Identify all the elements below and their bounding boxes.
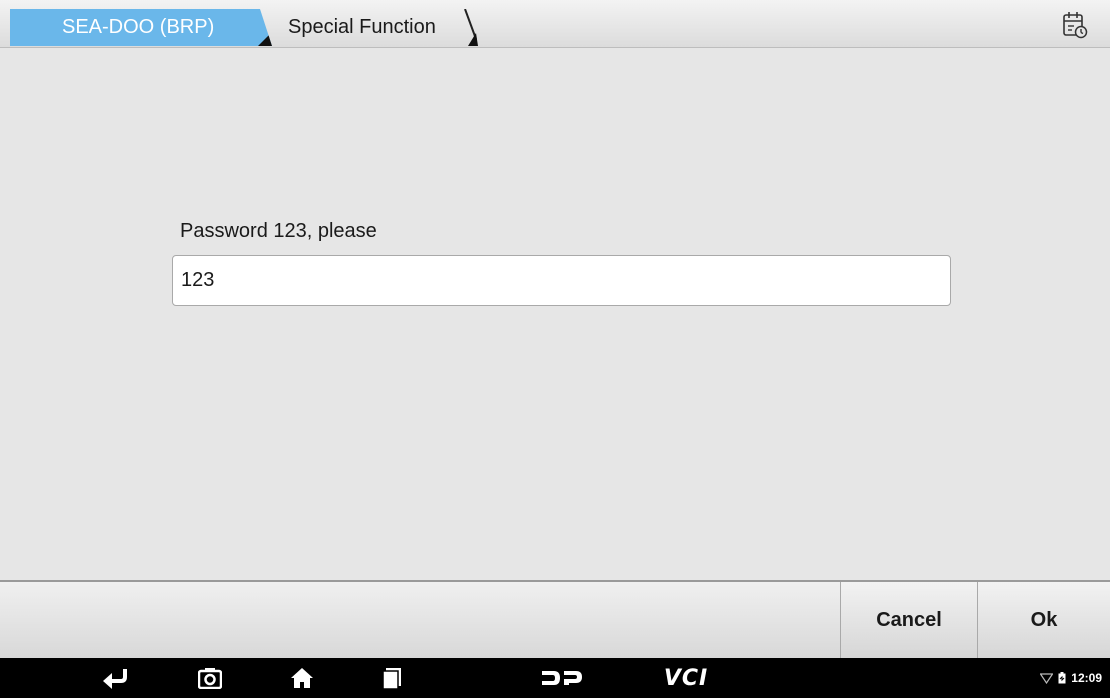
recents-icon[interactable] bbox=[372, 658, 412, 698]
system-nav-bar: VCI 12:09 bbox=[0, 658, 1110, 698]
main-content: Password 123, please bbox=[0, 48, 1110, 580]
dp-icon[interactable] bbox=[534, 658, 590, 698]
status-time: 12:09 bbox=[1071, 671, 1102, 685]
breadcrumb-separator-icon bbox=[464, 9, 478, 46]
password-prompt-label: Password 123, please bbox=[180, 220, 377, 242]
breadcrumb-label: SEA-DOO (BRP) bbox=[62, 16, 215, 38]
report-calendar-icon[interactable] bbox=[1062, 11, 1088, 39]
cancel-button[interactable]: Cancel bbox=[840, 582, 977, 658]
wifi-icon bbox=[1040, 672, 1054, 684]
breadcrumb-bar: SEA-DOO (BRP) Special Function bbox=[0, 0, 1110, 48]
screenshot-icon[interactable] bbox=[190, 658, 230, 698]
breadcrumb-item-sea-doo[interactable]: SEA-DOO (BRP) bbox=[10, 9, 272, 46]
breadcrumb-item-special-function[interactable]: Special Function bbox=[276, 9, 496, 46]
vci-icon[interactable]: VCI bbox=[656, 658, 716, 698]
action-bar: Cancel Ok bbox=[0, 580, 1110, 658]
breadcrumb-label: Special Function bbox=[288, 16, 436, 38]
breadcrumb-separator-icon bbox=[258, 32, 272, 46]
ok-button[interactable]: Ok bbox=[977, 582, 1110, 658]
back-icon[interactable] bbox=[92, 658, 136, 698]
home-icon[interactable] bbox=[282, 658, 322, 698]
status-area: 12:09 bbox=[1040, 658, 1102, 698]
password-input[interactable] bbox=[172, 255, 951, 306]
battery-icon bbox=[1058, 672, 1066, 684]
